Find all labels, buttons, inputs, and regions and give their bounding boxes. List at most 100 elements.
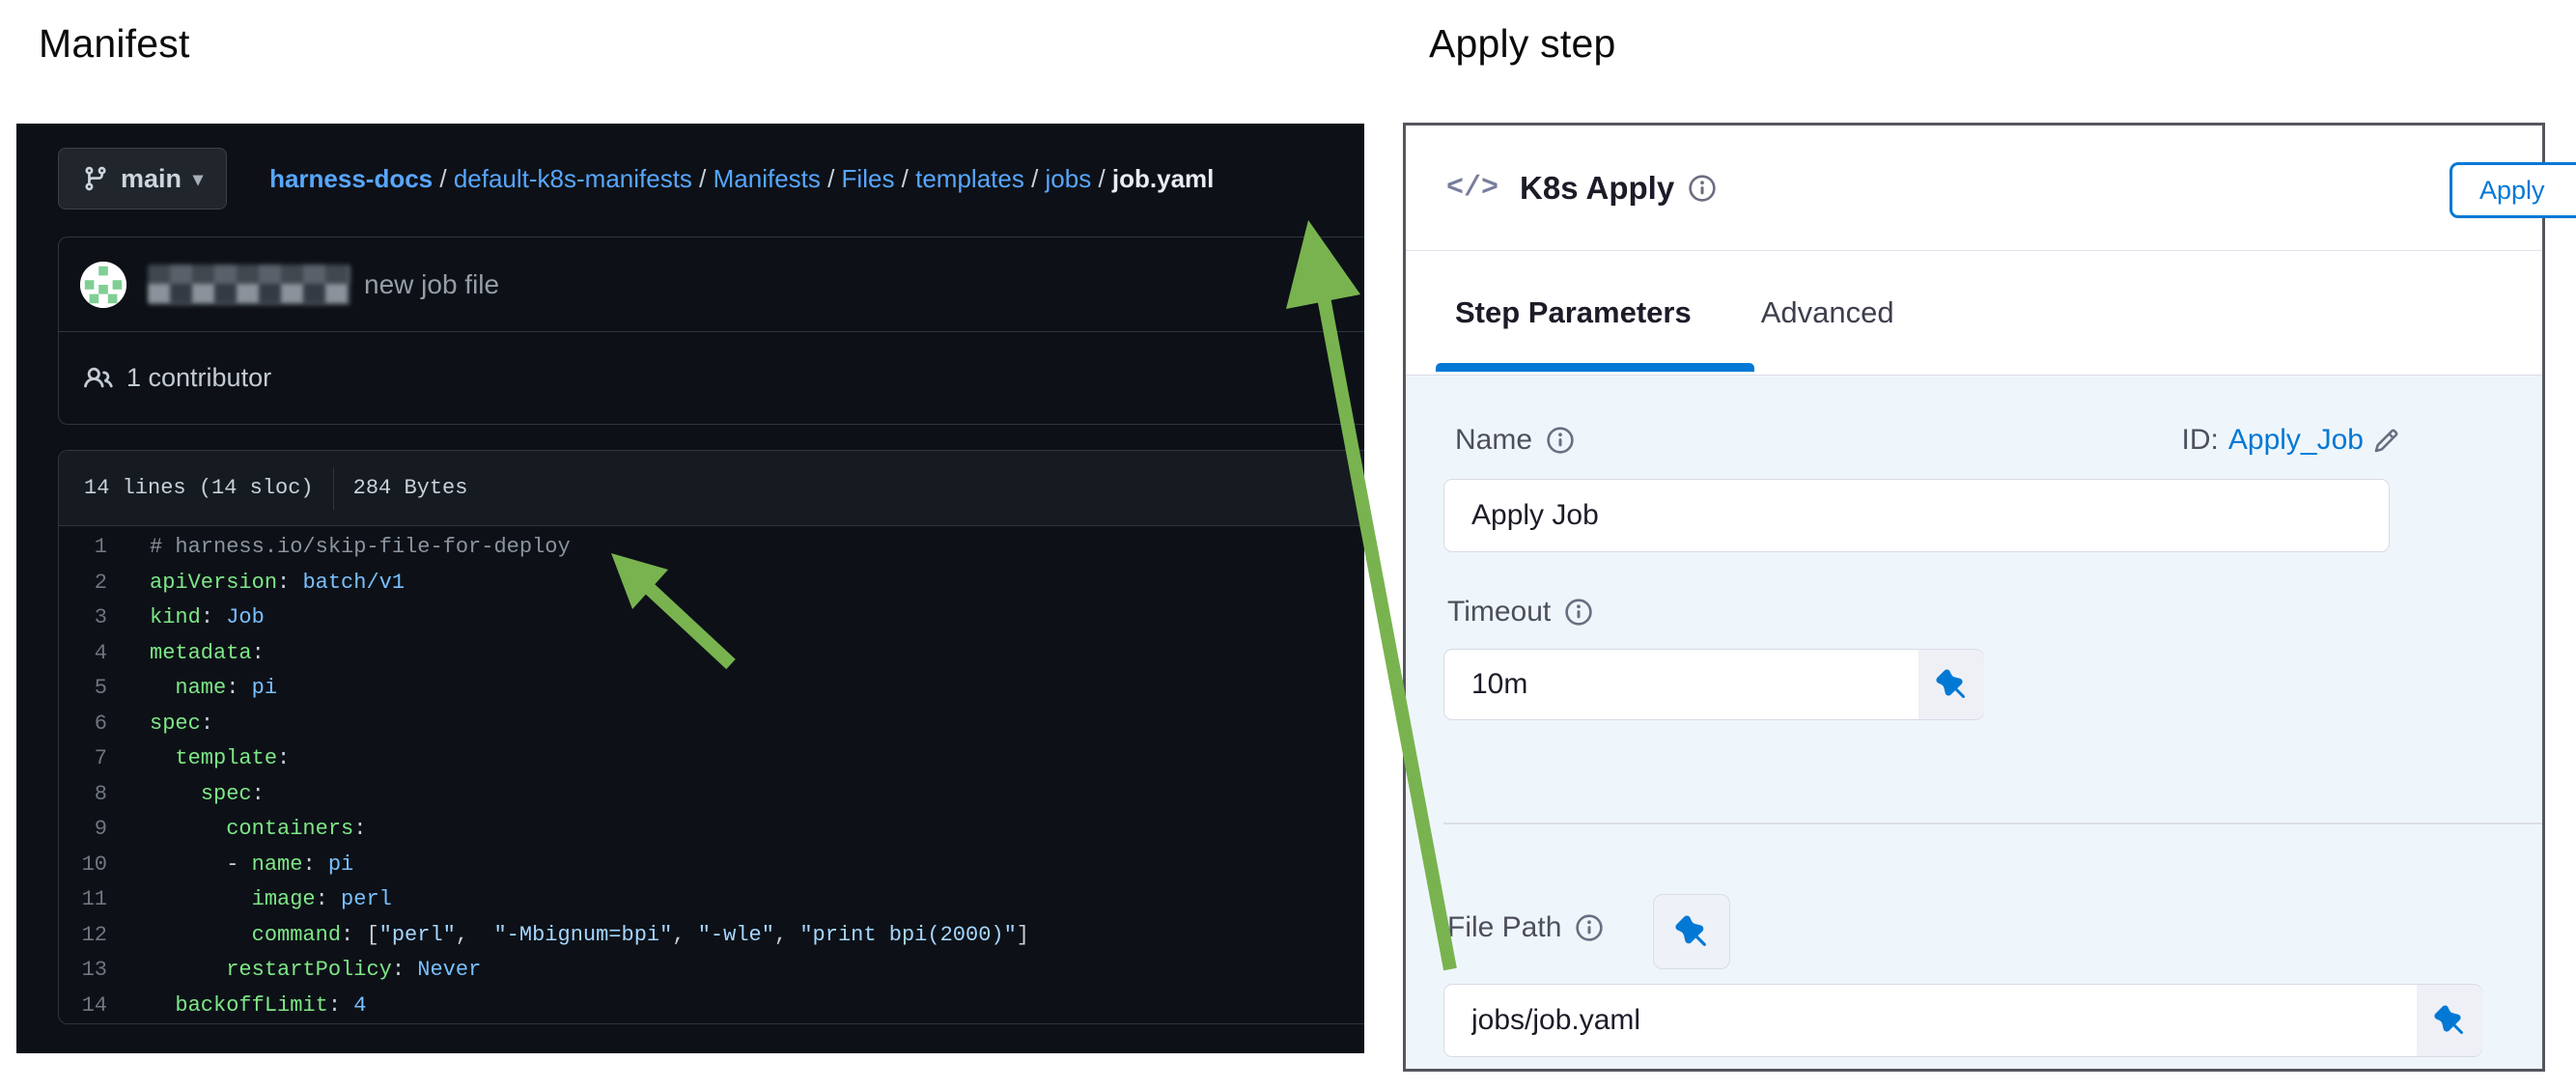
contributors-label: 1 contributor [126, 363, 271, 393]
line-number[interactable]: 3 [59, 600, 107, 636]
file-path-pin-toggle[interactable] [2417, 985, 2482, 1056]
redacted-author-name [148, 265, 350, 305]
breadcrumb-item-job.yaml: job.yaml [1112, 164, 1214, 193]
code-line-11: 11 image: perl [59, 882, 1364, 918]
info-icon[interactable] [1575, 913, 1604, 942]
breadcrumb-item-harness-docs[interactable]: harness-docs [269, 164, 433, 193]
step-header: </> K8s Apply Apply [1406, 126, 2542, 251]
code-line-4: 4metadata: [59, 636, 1364, 672]
file-size: 284 Bytes [353, 476, 468, 500]
step-id-row: ID: Apply_Job [2182, 424, 2399, 457]
active-tab-indicator [1436, 363, 1754, 372]
apply-button-label: Apply [2479, 176, 2545, 206]
breadcrumb-item-Files[interactable]: Files [842, 164, 895, 193]
code-line-5: 5 name: pi [59, 671, 1364, 707]
line-number[interactable]: 13 [59, 953, 107, 989]
edit-pencil-icon[interactable] [2373, 428, 2399, 454]
breadcrumb-separator: / [692, 164, 714, 193]
timeout-pin-toggle[interactable] [1918, 650, 1984, 719]
info-icon[interactable] [1564, 598, 1593, 627]
github-file-panel: main ▾ harness-docs / default-k8s-manife… [16, 124, 1364, 1053]
step-title: K8s Apply [1520, 170, 1674, 207]
timeout-label: Timeout [1447, 596, 1593, 628]
code-step-icon: </> [1446, 172, 1498, 205]
code-text: spec: [107, 707, 213, 742]
line-number[interactable]: 4 [59, 636, 107, 672]
info-icon[interactable] [1546, 426, 1575, 455]
code-text: kind: Job [107, 600, 265, 636]
code-line-7: 7 template: [59, 741, 1364, 777]
code-text: spec: [107, 777, 265, 813]
pin-icon [1675, 915, 1708, 948]
name-label: Name [1455, 424, 1575, 457]
line-number[interactable]: 8 [59, 777, 107, 813]
branch-selector-button[interactable]: main ▾ [58, 148, 227, 209]
file-path-input[interactable] [1443, 984, 2482, 1057]
code-text: metadata: [107, 636, 265, 672]
line-number[interactable]: 7 [59, 741, 107, 777]
commit-message: new job file [364, 269, 499, 300]
breadcrumb-item-default-k8s-manifests[interactable]: default-k8s-manifests [454, 164, 692, 193]
tab-advanced[interactable]: Advanced [1761, 295, 1894, 330]
breadcrumb-separator: / [821, 164, 842, 193]
manifest-heading: Manifest [39, 21, 190, 67]
line-number[interactable]: 12 [59, 918, 107, 954]
code-line-3: 3kind: Job [59, 600, 1364, 636]
tab-step-parameters[interactable]: Step Parameters [1455, 295, 1692, 330]
avatar [80, 262, 126, 308]
code-text: backoffLimit: 4 [107, 989, 366, 1024]
code-line-1: 1# harness.io/skip-file-for-deploy [59, 530, 1364, 566]
file-meta-bar: 14 lines (14 sloc) 284 Bytes [59, 451, 1364, 526]
breadcrumb-separator: / [1091, 164, 1112, 193]
apply-changes-button[interactable]: Apply [2450, 162, 2576, 218]
section-divider [1443, 823, 2542, 824]
step-parameters-form: Name ID: Apply_Job Timeout File Path [1406, 375, 2542, 1069]
file-path-pin-button[interactable] [1653, 894, 1730, 969]
code-line-13: 13 restartPolicy: Never [59, 953, 1364, 989]
code-line-9: 9 containers: [59, 812, 1364, 848]
step-tabs: Step Parameters Advanced [1406, 251, 2542, 375]
code-text: restartPolicy: Never [107, 953, 481, 989]
line-number[interactable]: 2 [59, 566, 107, 601]
code-text: containers: [107, 812, 366, 848]
breadcrumb-item-templates[interactable]: templates [915, 164, 1024, 193]
code-line-8: 8 spec: [59, 777, 1364, 813]
step-id-link[interactable]: Apply_Job [2228, 424, 2364, 457]
file-path-label: File Path [1447, 911, 1604, 944]
line-number[interactable]: 14 [59, 989, 107, 1024]
code-text: # harness.io/skip-file-for-deploy [107, 530, 571, 566]
code-listing: 1# harness.io/skip-file-for-deploy2apiVe… [59, 526, 1364, 1023]
line-number[interactable]: 10 [59, 848, 107, 883]
commit-row: new job file [59, 237, 1364, 332]
code-text: template: [107, 741, 290, 777]
branch-name: main [121, 164, 182, 194]
breadcrumb-item-Manifests[interactable]: Manifests [714, 164, 821, 193]
code-line-12: 12 command: ["perl", "-Mbignum=bpi", "-w… [59, 918, 1364, 954]
breadcrumb: harness-docs / default-k8s-manifests / M… [269, 164, 1214, 194]
people-icon [84, 364, 113, 393]
line-number[interactable]: 1 [59, 530, 107, 566]
timeout-input[interactable] [1443, 649, 1984, 720]
breadcrumb-item-jobs[interactable]: jobs [1046, 164, 1092, 193]
code-text: name: pi [107, 671, 277, 707]
identicon [80, 262, 126, 308]
git-branch-icon [82, 165, 109, 192]
line-number[interactable]: 5 [59, 671, 107, 707]
id-label: ID: [2182, 424, 2219, 457]
divider [333, 467, 334, 510]
name-input[interactable] [1443, 479, 2390, 552]
code-line-6: 6spec: [59, 707, 1364, 742]
k8s-apply-step-panel: </> K8s Apply Apply Step Parameters Adva… [1403, 123, 2545, 1072]
info-icon[interactable] [1688, 174, 1717, 203]
file-viewer-box: 14 lines (14 sloc) 284 Bytes 1# harness.… [58, 450, 1364, 1024]
apply-step-heading: Apply step [1429, 21, 1615, 67]
line-number[interactable]: 6 [59, 707, 107, 742]
code-text: apiVersion: batch/v1 [107, 566, 405, 601]
line-number[interactable]: 9 [59, 812, 107, 848]
line-number[interactable]: 11 [59, 882, 107, 918]
chevron-down-icon: ▾ [193, 167, 203, 191]
breadcrumb-separator: / [894, 164, 915, 193]
latest-commit-box: new job file 1 contributor [58, 237, 1364, 425]
code-line-14: 14 backoffLimit: 4 [59, 989, 1364, 1024]
contributors-row: 1 contributor [59, 332, 1364, 424]
